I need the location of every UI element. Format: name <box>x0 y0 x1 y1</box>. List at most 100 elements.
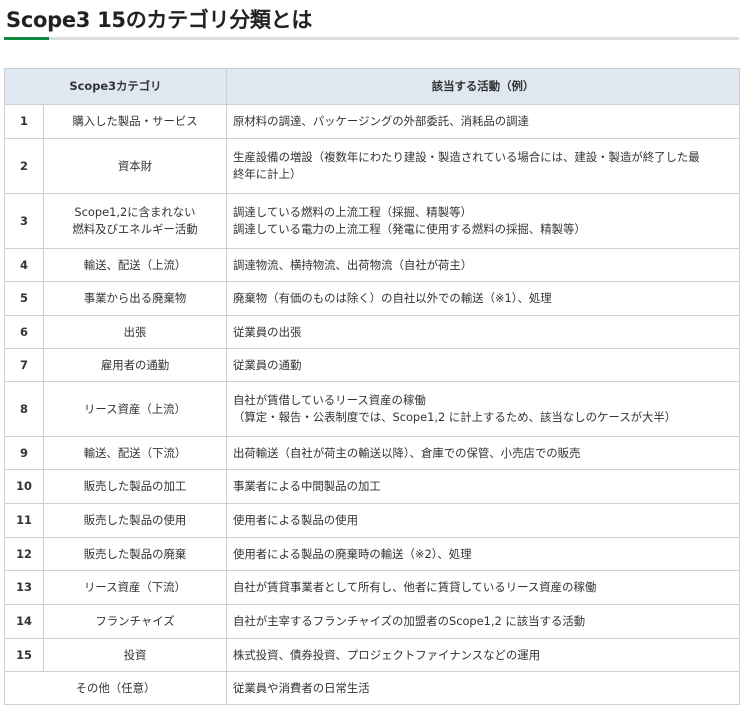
activity-cell: 原材料の調達、パッケージングの外部委託、消耗品の調達 <box>226 104 740 139</box>
category-name-line: 燃料及びエネルギー活動 <box>72 222 198 236</box>
page-title: Scope3 15のカテゴリ分類とは <box>6 8 313 32</box>
category-name-line: 販売した製品の廃棄 <box>83 546 187 561</box>
table-row: 7 雇用者の通勤 従業員の通勤 <box>4 348 740 382</box>
category-name-line: 輸送、配送（下流） <box>83 445 187 460</box>
category-name: 雇用者の通勤 <box>43 348 227 382</box>
activity-line: 生産設備の増設（複数年にわたり建設・製造されている場合には、建設・製造が終了した… <box>233 150 700 164</box>
category-name-line: 事業から出る廃棄物 <box>83 291 187 305</box>
header-category: Scope3カテゴリ <box>4 68 227 105</box>
activity-cell: 自社が主宰するフランチャイズの加盟者のScope1,2 に該当する活動 <box>226 604 740 639</box>
category-name-line: 出張 <box>123 324 147 339</box>
category-name-line: 購入した製品・サービス <box>72 114 198 128</box>
table-row: 15 投資 株式投資、債券投資、プロジェクトファイナンスなどの運用 <box>4 638 740 672</box>
activity-line: 使用者による製品の廃棄時の輸送（※2）、処理 <box>233 546 472 561</box>
activity-cell: 調達している燃料の上流工程（採掘、精製等） 調達している電力の上流工程（発電に使用… <box>226 193 740 249</box>
title-underline <box>4 37 739 40</box>
category-name-line: 販売した製品の使用 <box>83 513 187 527</box>
table-row: 13 リース資産（下流） 自社が賃貸事業者として所有し、他者に賃貸しているリース… <box>4 570 740 605</box>
category-number: 9 <box>4 436 44 470</box>
table-row: 4 輸送、配送（上流） 調達物流、横持物流、出荷物流（自社が荷主） <box>4 248 740 282</box>
table-row: 6 出張 従業員の出張 <box>4 315 740 349</box>
activity-line: 使用者による製品の使用 <box>233 513 358 527</box>
activity-line: 調達している燃料の上流工程（採掘、精製等） <box>233 205 472 219</box>
category-name-line: Scope1,2に含まれない <box>74 205 196 219</box>
table-row: 5 事業から出る廃棄物 廃棄物（有価のものは除く）の自社以外での輸送（※1）、処… <box>4 281 740 316</box>
category-number: 14 <box>4 604 44 639</box>
category-name: 販売した製品の廃棄 <box>43 537 227 571</box>
activity-line: 廃棄物（有価のものは除く）の自社以外での輸送（※1）、処理 <box>233 291 552 305</box>
activity-line: 株式投資、債券投資、プロジェクトファイナンスなどの運用 <box>233 647 541 662</box>
activity-cell: 使用者による製品の使用 <box>226 503 740 538</box>
category-name-line: 販売した製品の加工 <box>83 479 187 493</box>
activity-cell: 生産設備の増設（複数年にわたり建設・製造されている場合には、建設・製造が終了した… <box>226 138 740 194</box>
scope3-category-table: Scope3カテゴリ 該当する活動（例） 1 購入した製品・サービス 原材料の調… <box>4 68 740 705</box>
category-name: 輸送、配送（上流） <box>43 248 227 282</box>
category-name-line: 投資 <box>123 647 147 662</box>
activity-cell: 自社が賃貸事業者として所有し、他者に賃貸しているリース資産の稼働 <box>226 570 740 605</box>
activity-cell-other: 従業員や消費者の日常生活 <box>226 671 740 705</box>
activity-cell: 自社が賃借しているリース資産の稼働 （算定・報告・公表制度では、Scope1,2 … <box>226 381 740 437</box>
category-name: 事業から出る廃棄物 <box>43 281 227 316</box>
category-number: 11 <box>4 503 44 538</box>
activity-line: 調達している電力の上流工程（発電に使用する燃料の採掘、精製等） <box>233 222 586 236</box>
category-name: リース資産（上流） <box>43 381 227 437</box>
table-row: 12 販売した製品の廃棄 使用者による製品の廃棄時の輸送（※2）、処理 <box>4 537 740 571</box>
table-row: 8 リース資産（上流） 自社が賃借しているリース資産の稼働 （算定・報告・公表制度… <box>4 381 740 437</box>
table-row: 3 Scope1,2に含まれない 燃料及びエネルギー活動 調達している燃料の上流工… <box>4 193 740 249</box>
category-name: 出張 <box>43 315 227 349</box>
category-number: 10 <box>4 469 44 504</box>
header-activity: 該当する活動（例） <box>226 68 740 105</box>
category-number: 5 <box>4 281 44 316</box>
table-row-other: その他（任意） 従業員や消費者の日常生活 <box>4 671 740 705</box>
activity-cell: 出荷輸送（自社が荷主の輸送以降）、倉庫での保管、小売店での販売 <box>226 436 740 470</box>
activity-line: 終年に計上） <box>233 167 302 181</box>
category-name: 資本財 <box>43 138 227 194</box>
activity-cell: 調達物流、横持物流、出荷物流（自社が荷主） <box>226 248 740 282</box>
activity-line: 自社が賃貸事業者として所有し、他者に賃貸しているリース資産の稼働 <box>233 580 597 594</box>
activity-line: （算定・報告・公表制度では、Scope1,2 に計上するため、該当なしのケースが… <box>233 410 677 424</box>
category-name-other: その他（任意） <box>4 671 227 705</box>
activity-line: 原材料の調達、パッケージングの外部委託、消耗品の調達 <box>233 114 529 128</box>
category-name: 販売した製品の使用 <box>43 503 227 538</box>
table-row: 1 購入した製品・サービス 原材料の調達、パッケージングの外部委託、消耗品の調達 <box>4 104 740 139</box>
table-row: 14 フランチャイズ 自社が主宰するフランチャイズの加盟者のScope1,2 に… <box>4 604 740 639</box>
table-header-row: Scope3カテゴリ 該当する活動（例） <box>4 68 740 105</box>
table-row: 9 輸送、配送（下流） 出荷輸送（自社が荷主の輸送以降）、倉庫での保管、小売店で… <box>4 436 740 470</box>
category-name: 購入した製品・サービス <box>43 104 227 139</box>
category-number: 6 <box>4 315 44 349</box>
category-name-line: 輸送、配送（上流） <box>83 257 187 272</box>
activity-line: 従業員の通勤 <box>233 357 302 372</box>
activity-line: 自社が賃借しているリース資産の稼働 <box>233 393 426 407</box>
category-name: Scope1,2に含まれない 燃料及びエネルギー活動 <box>43 193 227 249</box>
category-number: 2 <box>4 138 44 194</box>
category-name-line: 資本財 <box>117 158 153 173</box>
category-name: フランチャイズ <box>43 604 227 639</box>
activity-line: 出荷輸送（自社が荷主の輸送以降）、倉庫での保管、小売店での販売 <box>233 445 581 460</box>
category-number: 15 <box>4 638 44 672</box>
activity-cell: 従業員の出張 <box>226 315 740 349</box>
category-name: 販売した製品の加工 <box>43 469 227 504</box>
category-number: 3 <box>4 193 44 249</box>
activity-line: 調達物流、横持物流、出荷物流（自社が荷主） <box>233 257 473 272</box>
category-name: 輸送、配送（下流） <box>43 436 227 470</box>
activity-cell: 事業者による中間製品の加工 <box>226 469 740 504</box>
category-name-line: リース資産（上流） <box>84 401 186 416</box>
category-name: リース資産（下流） <box>43 570 227 605</box>
category-name-line: フランチャイズ <box>95 614 175 628</box>
table-row: 10 販売した製品の加工 事業者による中間製品の加工 <box>4 469 740 504</box>
category-number: 7 <box>4 348 44 382</box>
category-number: 1 <box>4 104 44 139</box>
table-row: 2 資本財 生産設備の増設（複数年にわたり建設・製造されている場合には、建設・製… <box>4 138 740 194</box>
category-name-line: 雇用者の通勤 <box>100 357 170 372</box>
activity-line: 事業者による中間製品の加工 <box>233 479 381 493</box>
table-row: 11 販売した製品の使用 使用者による製品の使用 <box>4 503 740 538</box>
table-body: 1 購入した製品・サービス 原材料の調達、パッケージングの外部委託、消耗品の調達… <box>4 104 740 705</box>
activity-cell: 従業員の通勤 <box>226 348 740 382</box>
category-number: 8 <box>4 381 44 437</box>
category-name-line: リース資産（下流） <box>84 580 186 594</box>
category-name: 投資 <box>43 638 227 672</box>
activity-line: 従業員の出張 <box>233 324 302 339</box>
category-number: 4 <box>4 248 44 282</box>
activity-cell: 株式投資、債券投資、プロジェクトファイナンスなどの運用 <box>226 638 740 672</box>
title-underline-accent <box>4 37 49 40</box>
